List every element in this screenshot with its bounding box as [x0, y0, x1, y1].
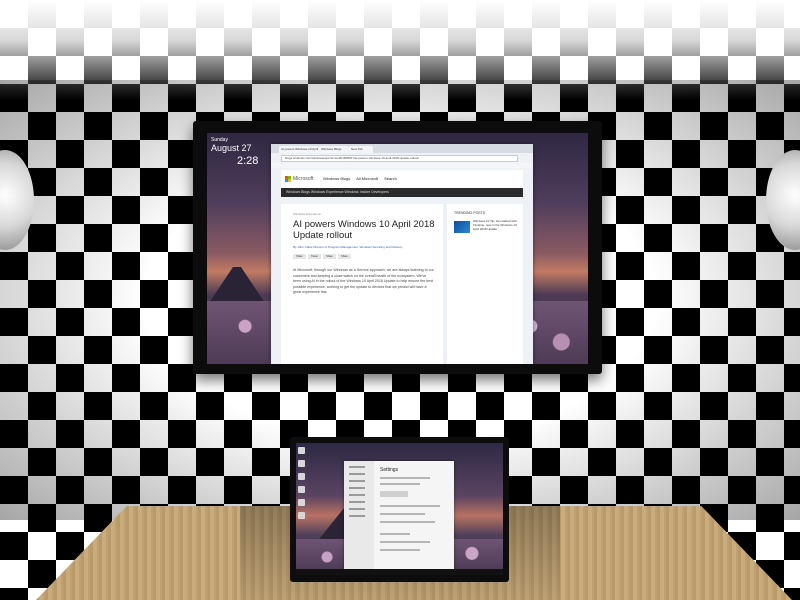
- article-byline[interactable]: By John Cable Director of Program Manage…: [293, 245, 441, 249]
- desktop-icons: [298, 447, 306, 525]
- taskbar[interactable]: [296, 569, 503, 575]
- desktop-icon[interactable]: [298, 473, 305, 480]
- site-nav: Windows Blogs All Microsoft Search: [323, 176, 402, 181]
- settings-title: Settings: [380, 467, 399, 473]
- blog-nav-links[interactable]: Windows Blogs Windows Experience Windows…: [286, 190, 389, 194]
- article-category[interactable]: Windows Experience: [293, 212, 321, 216]
- desktop-icon[interactable]: [298, 447, 305, 454]
- settings-text-line: [380, 521, 435, 523]
- desktop-icon[interactable]: [298, 486, 305, 493]
- settings-text-line: [380, 533, 410, 535]
- nav-all-microsoft[interactable]: All Microsoft: [356, 176, 378, 181]
- laptop: Settings: [290, 437, 509, 582]
- trending-thumbnail[interactable]: [454, 221, 470, 233]
- settings-button[interactable]: [380, 491, 408, 497]
- settings-text-line: [380, 549, 420, 551]
- browser-tab-blogs[interactable]: Windows Blogs: [319, 146, 349, 153]
- tv-screen: Sunday August 27 2:28 AI powers Windows …: [207, 133, 588, 364]
- tab-strip: AI powers Windows 10 April Windows Blogs…: [271, 144, 533, 153]
- browser-tab-article[interactable]: AI powers Windows 10 April: [279, 146, 319, 153]
- microsoft-logo-icon[interactable]: [285, 176, 291, 182]
- article-title: AI powers Windows 10 April 2018 Update r…: [293, 219, 435, 241]
- trending-item-link[interactable]: Windows 10 Tip: Get started with Timelin…: [473, 219, 519, 232]
- settings-text-line: [380, 477, 430, 479]
- settings-text-line: [380, 483, 420, 485]
- settings-nav-item[interactable]: [349, 501, 365, 503]
- bookmarks-bar: [271, 163, 533, 168]
- address-bar[interactable]: blogs.windows.com/windowsexperience/2018…: [281, 155, 518, 162]
- microsoft-wordmark[interactable]: Microsoft: [293, 176, 313, 182]
- browser-window: AI powers Windows 10 April Windows Blogs…: [271, 144, 533, 364]
- settings-nav-item[interactable]: [349, 473, 365, 475]
- settings-text-line: [380, 541, 430, 543]
- settings-nav-item[interactable]: [349, 508, 365, 510]
- site-header: Microsoft Windows Blogs All Microsoft Se…: [281, 170, 523, 188]
- desktop-icon[interactable]: [298, 499, 305, 506]
- share-button-linkedin[interactable]: Share: [323, 254, 336, 259]
- browser-tab-new[interactable]: New Tab: [349, 146, 373, 153]
- lock-day: August 27: [211, 143, 252, 153]
- settings-nav-item[interactable]: [349, 466, 365, 468]
- nav-search[interactable]: Search: [384, 176, 397, 181]
- article-body: At Microsoft, through our Windows as a S…: [293, 268, 434, 295]
- settings-nav-item[interactable]: [349, 515, 365, 517]
- settings-window: Settings: [344, 461, 454, 573]
- article-card: Windows Experience AI powers Windows 10 …: [281, 204, 443, 364]
- desktop-icon[interactable]: [298, 460, 305, 467]
- laptop-screen: Settings: [296, 443, 503, 575]
- settings-sidebar: [344, 461, 374, 573]
- share-button-facebook[interactable]: Share: [293, 254, 306, 259]
- wall-tv: Sunday August 27 2:28 AI powers Windows …: [193, 121, 602, 374]
- settings-text-line: [380, 505, 440, 507]
- share-button-email[interactable]: Share: [338, 254, 351, 259]
- settings-text-line: [380, 513, 425, 515]
- trending-sidebar: TRENDING POSTS Windows 10 Tip: Get start…: [447, 204, 523, 364]
- nav-windows-blogs[interactable]: Windows Blogs: [323, 176, 350, 181]
- lock-time: 2:28: [237, 155, 259, 167]
- desktop-icon[interactable]: [298, 512, 305, 519]
- settings-nav-item[interactable]: [349, 487, 365, 489]
- share-button-twitter[interactable]: Tweet: [308, 254, 321, 259]
- settings-nav-item[interactable]: [349, 494, 365, 496]
- blog-nav-bar: Windows Blogs Windows Experience Windows…: [281, 188, 523, 197]
- settings-nav-item[interactable]: [349, 480, 365, 482]
- trending-title: TRENDING POSTS: [454, 211, 486, 215]
